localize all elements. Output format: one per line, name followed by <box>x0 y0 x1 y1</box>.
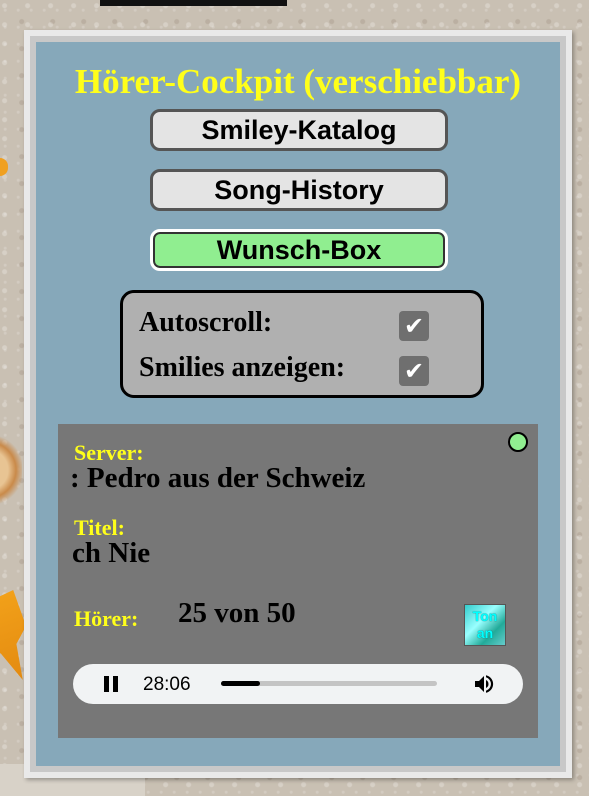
sound-on-line2: an <box>476 625 494 641</box>
playback-time: 28:06 <box>143 674 191 695</box>
seashell-decoration <box>0 430 22 510</box>
starfish-decoration <box>0 590 26 680</box>
title-value: ch Nie <box>72 537 151 569</box>
autoscroll-label: Autoscroll: <box>139 307 273 338</box>
background-decoration <box>0 158 8 176</box>
cockpit-title[interactable]: Hörer-Cockpit (verschiebbar) <box>42 62 554 102</box>
listeners-label: Hörer: <box>74 606 139 631</box>
wunsch-box-button[interactable]: Wunsch-Box <box>150 229 448 271</box>
sound-on-line1: Ton <box>472 608 498 624</box>
smilies-checkbox[interactable]: ✔ <box>399 356 429 386</box>
listeners-value: 25 von 50 <box>178 597 296 629</box>
server-value: : Pedro aus der Schweiz <box>70 462 366 494</box>
options-box: Autoscroll: ✔ Smilies anzeigen: ✔ <box>120 290 484 398</box>
smiley-catalog-button[interactable]: Smiley-Katalog <box>150 109 448 151</box>
listener-cockpit-panel[interactable]: Hörer-Cockpit (verschiebbar) Smiley-Kata… <box>24 30 572 778</box>
player-info-panel: Server: : Pedro aus der Schweiz Titel: c… <box>58 424 538 738</box>
progress-track[interactable] <box>221 681 437 686</box>
status-indicator <box>508 432 528 452</box>
audio-player[interactable]: 28:06 <box>73 664 523 704</box>
top-banner-strip <box>100 0 287 6</box>
progress-fill <box>221 681 260 686</box>
cockpit-inner: Hörer-Cockpit (verschiebbar) Smiley-Kata… <box>42 48 554 760</box>
song-history-button[interactable]: Song-History <box>150 169 448 211</box>
autoscroll-checkbox[interactable]: ✔ <box>399 311 429 341</box>
volume-icon[interactable] <box>471 672 497 696</box>
pause-icon[interactable] <box>103 676 119 692</box>
sound-on-button[interactable]: Ton an <box>464 604 506 646</box>
smilies-label: Smilies anzeigen: <box>139 352 346 383</box>
